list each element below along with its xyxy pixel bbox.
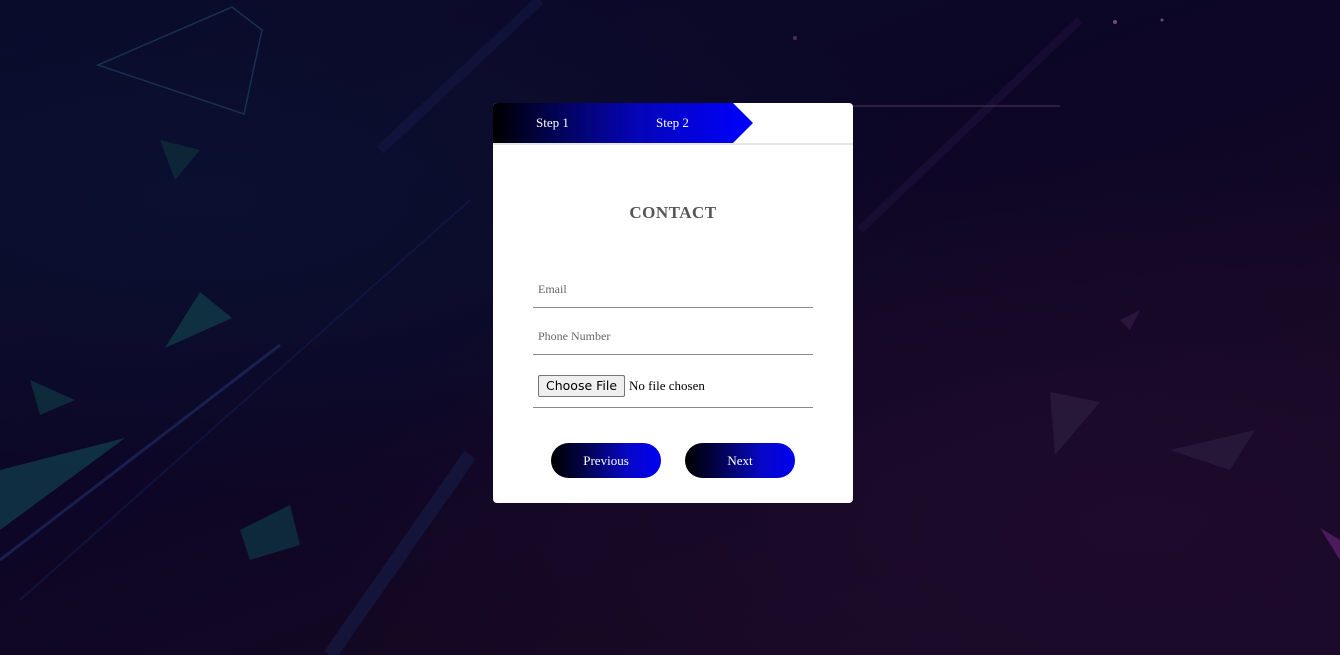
previous-button[interactable]: Previous bbox=[551, 443, 661, 478]
email-field-container bbox=[533, 279, 813, 308]
choose-file-button[interactable]: Choose File bbox=[538, 375, 626, 397]
multi-step-form-card: Step 1 Step 2 CONTACT Choose File No fil… bbox=[493, 103, 853, 503]
phone-field-container bbox=[533, 326, 813, 355]
file-status-text: No file chosen bbox=[629, 378, 705, 393]
file-upload-row: Choose File No file chosen bbox=[538, 375, 705, 397]
email-input[interactable] bbox=[533, 279, 808, 299]
form-title: CONTACT bbox=[629, 203, 717, 222]
phone-number-input[interactable] bbox=[533, 326, 808, 346]
step-1-label[interactable]: Step 1 bbox=[536, 115, 569, 131]
step-2-label[interactable]: Step 2 bbox=[656, 115, 689, 131]
progress-steps-bar: Step 1 Step 2 bbox=[493, 103, 853, 145]
next-button[interactable]: Next bbox=[685, 443, 795, 478]
file-upload-field: Choose File No file chosen bbox=[533, 373, 813, 408]
progress-arrow bbox=[493, 103, 753, 143]
